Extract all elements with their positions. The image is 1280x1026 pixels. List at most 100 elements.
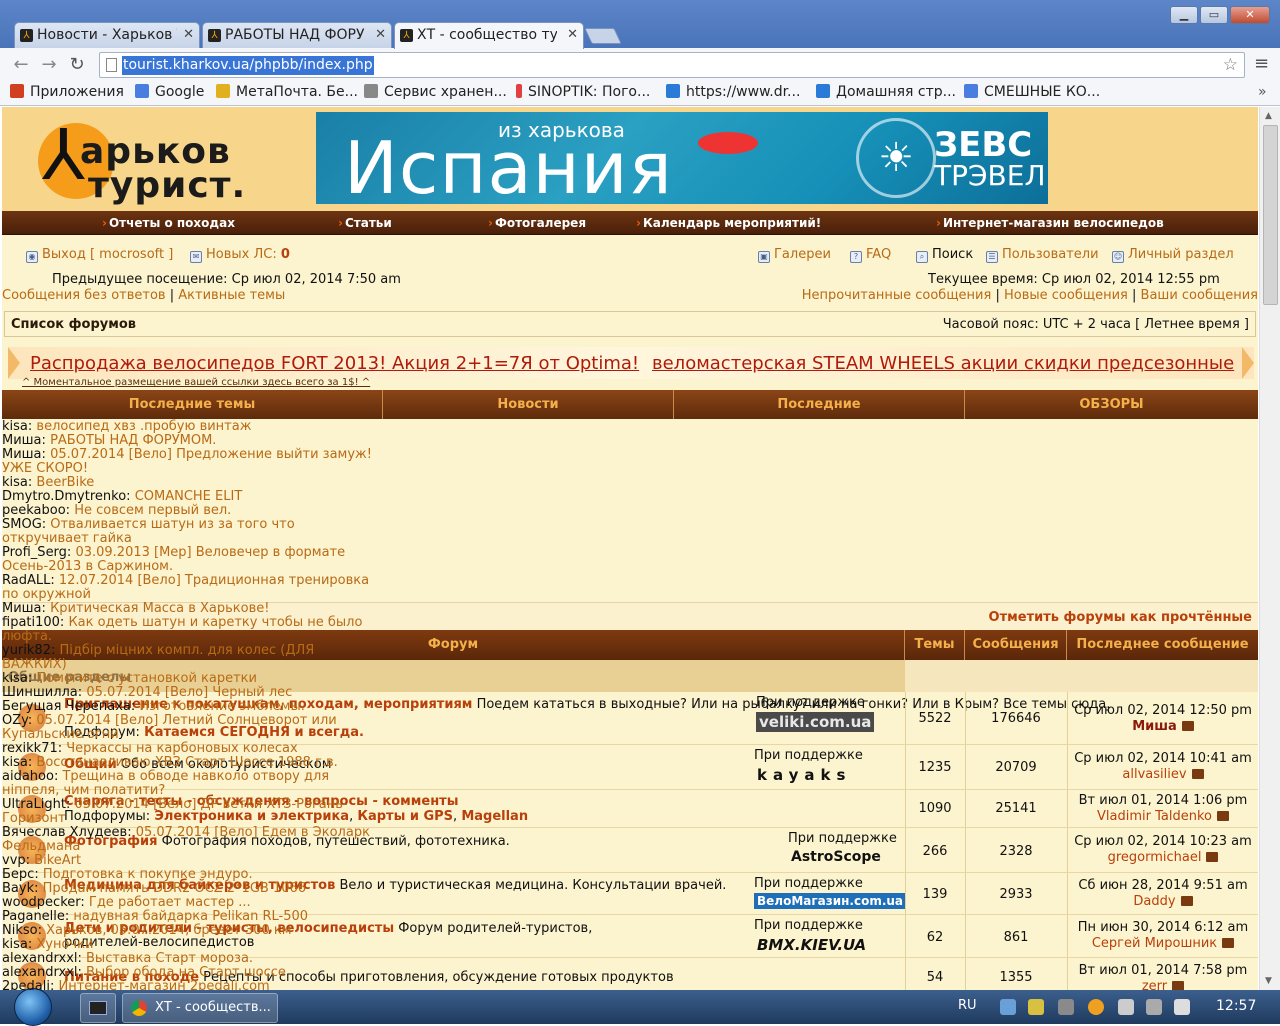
topic-link[interactable]: COMANCHE ELIT	[135, 489, 243, 504]
tab-active[interactable]: ⅄ ХТ - сообщество тур ✕	[394, 22, 584, 49]
bookmark-star-icon[interactable]: ☆	[1223, 55, 1238, 75]
tray-flag-icon[interactable]	[1118, 999, 1134, 1015]
url-text[interactable]: tourist.kharkov.ua/phpbb/index.php	[122, 56, 374, 75]
bookmark-metapochta[interactable]: МетаПочта. Бе...	[216, 84, 358, 100]
nav-photogallery[interactable]: › Фотогалерея	[488, 216, 586, 230]
reload-icon[interactable]: ↻	[66, 54, 88, 75]
bookmark-apps[interactable]: Приложения	[10, 84, 124, 100]
mark-forums-read-link[interactable]: Отметить форумы как прочтённые	[989, 610, 1252, 625]
topic-link[interactable]: 05.07.2014 [Вело] Черный лес	[86, 685, 292, 700]
nav-events-calendar[interactable]: › Календарь мероприятий!	[636, 216, 821, 230]
bookmark-sinoptik[interactable]: SINOPTIK: Пого...	[516, 84, 650, 100]
topic-link[interactable]: Не совсем первый вел.	[74, 503, 231, 518]
topic-link[interactable]: Подготовка к покупке эндуро.	[43, 867, 253, 882]
tab-forum-work[interactable]: ⅄ РАБОТЫ НАД ФОРУМ ✕	[202, 22, 392, 48]
ad-placement-link[interactable]: ^ Моментальное размещение вашей ссылки з…	[22, 377, 370, 388]
tray-update-icon[interactable]	[1028, 999, 1044, 1015]
sponsor[interactable]: При поддержке ВелоМагазин.com.ua	[754, 876, 907, 909]
bookmark-google[interactable]: Google	[135, 84, 204, 100]
topic-link[interactable]: 05.07.2014 [Вело] Летний Солнцеворот или…	[2, 713, 337, 742]
goto-post-icon[interactable]	[1191, 769, 1204, 779]
galleries-link[interactable]: ▣ Галереи	[758, 247, 831, 263]
topic-link[interactable]: Интернет-магазин 2pedali.com	[58, 979, 269, 991]
goto-post-icon[interactable]	[1206, 852, 1219, 862]
goto-post-icon[interactable]	[1181, 721, 1194, 731]
unread-link[interactable]: Непрочитанные сообщения	[802, 288, 992, 303]
last-post-author[interactable]: allvasiliev	[1122, 767, 1186, 782]
goto-post-icon[interactable]	[1222, 938, 1235, 948]
nav-articles[interactable]: › Статьи	[338, 216, 392, 230]
ad-banner[interactable]: из харькова Испания ☀ ЗЕВС ТРЭВЕЛ	[316, 112, 1048, 204]
topic-link[interactable]: Критическая Масса в Харькове!	[50, 601, 269, 616]
taskbar-pinned-app[interactable]	[80, 993, 116, 1023]
topic-link[interactable]: РАБОТЫ НАД ФОРУМОМ.	[50, 433, 216, 448]
forward-arrow-icon[interactable]: →	[38, 54, 60, 75]
bookmark-home[interactable]: Домашняя стр...	[816, 84, 956, 100]
ad-link-steam-wheels[interactable]: веломастерская STEAM WHEELS акции скидки…	[652, 353, 1234, 374]
goto-post-icon[interactable]	[1216, 811, 1229, 821]
sponsor[interactable]: При поддержке veliki.com.ua	[756, 695, 875, 732]
last-post-author[interactable]: Сергей Мирошник	[1092, 936, 1217, 951]
members-link[interactable]: ☰ Пользователи	[986, 247, 1099, 263]
new-tab-button[interactable]	[584, 28, 622, 44]
vertical-scrollbar[interactable]: ▲ ▼	[1259, 107, 1280, 990]
last-post-author[interactable]: zerr	[1142, 979, 1167, 990]
sponsor[interactable]: При поддержке kayaks	[754, 748, 863, 785]
close-window-icon[interactable]: ✕	[1230, 6, 1270, 24]
tray-device-icon[interactable]	[1058, 999, 1074, 1015]
new-posts-link[interactable]: Новые сообщения	[1004, 288, 1128, 303]
last-post-author[interactable]: Vladimir Taldenko	[1097, 809, 1212, 824]
logout-link[interactable]: ◉ Выход [ mocrosoft ]	[26, 247, 173, 263]
tab-reviews[interactable]: ОБЗОРЫ	[965, 390, 1258, 419]
language-indicator[interactable]: RU	[958, 998, 977, 1013]
close-tab-icon[interactable]: ✕	[183, 27, 194, 42]
topic-link[interactable]: Хуночки	[36, 937, 93, 952]
active-topics-link[interactable]: Активные темы	[178, 288, 285, 303]
tray-avast-icon[interactable]	[1088, 999, 1104, 1015]
topic-link[interactable]: велосипед хвз .пробую винтаж	[36, 419, 251, 434]
ad-link-fort[interactable]: Распродажа велосипедов FORT 2013! Акция …	[30, 353, 639, 374]
scroll-up-icon[interactable]: ▲	[1265, 111, 1272, 121]
tab-latest[interactable]: Последние	[674, 390, 965, 419]
close-tab-icon[interactable]: ✕	[567, 27, 578, 42]
private-messages-link[interactable]: ✉ Новых ЛС: 0	[190, 247, 290, 263]
topic-link[interactable]: Черкассы на карбоновых колесах	[66, 741, 297, 756]
last-post-author[interactable]: Миша	[1132, 719, 1177, 734]
bookmark-service[interactable]: Сервис хранен...	[364, 84, 507, 100]
start-button[interactable]	[14, 988, 52, 1026]
topic-link[interactable]: Выставка Старт мороза.	[86, 951, 253, 966]
topic-link[interactable]: Помогите с установкой каретки	[36, 671, 257, 686]
scroll-down-icon[interactable]: ▼	[1265, 976, 1272, 986]
back-arrow-icon[interactable]: ←	[10, 54, 32, 75]
topic-link[interactable]: Восстанавливаю ХВЗ Старт Шоссе 1988 г.в.	[36, 755, 337, 770]
faq-link[interactable]: ? FAQ	[850, 247, 891, 263]
topic-link[interactable]: 12.07.2014 [Вело] Традиционная тренировк…	[2, 573, 369, 602]
topic-link[interactable]: Отваливается шатун из за того что откруч…	[2, 517, 295, 546]
profile-link[interactable]: ☺ Личный раздел	[1112, 247, 1234, 263]
more-bookmarks-icon[interactable]: »	[1258, 84, 1267, 100]
site-logo[interactable]: ⅄ арьков турист.	[28, 113, 245, 206]
minimize-icon[interactable]: ▁	[1170, 6, 1198, 24]
tray-dropbox-icon[interactable]	[1000, 999, 1016, 1015]
topic-link[interactable]: Изготовление эмблемы.	[139, 699, 304, 714]
last-post-author[interactable]: Daddy	[1133, 894, 1175, 909]
last-post-author[interactable]: gregormichael	[1108, 850, 1202, 865]
topic-link[interactable]: Выбор обода на Старт шоссе	[86, 965, 286, 980]
tab-news[interactable]: Новости	[383, 390, 674, 419]
tab-news[interactable]: ⅄ Новости - Харьков Т ✕	[14, 22, 200, 48]
nav-trip-reports[interactable]: › Отчеты о походах	[102, 216, 235, 230]
bookmark-dropbox[interactable]: https://www.dr...	[666, 84, 800, 100]
bookmark-funny[interactable]: СМЕШНЫЕ КО...	[964, 84, 1100, 100]
topic-link[interactable]: Продам память DDR2 OCZ 2*1GB 1066	[43, 881, 306, 896]
topic-link[interactable]: 05.07.2014 [Вело] Предложение выйти заму…	[2, 447, 372, 476]
forum-index-link[interactable]: Список форумов	[11, 317, 136, 332]
topic-link[interactable]: Где работает мастер ...	[89, 895, 251, 910]
sponsor[interactable]: При поддержке BMX.KIEV.UA	[754, 918, 869, 955]
close-tab-icon[interactable]: ✕	[375, 27, 386, 42]
topic-link[interactable]: надувная байдарка Pelikan RL-500	[73, 909, 308, 924]
topic-link[interactable]: BeerBike	[36, 475, 94, 490]
maximize-icon[interactable]: ▭	[1200, 6, 1228, 24]
topic-link[interactable]: Харьков, 05.07.2014, бревет 300 км	[46, 923, 291, 938]
your-posts-link[interactable]: Ваши сообщения	[1141, 288, 1258, 303]
topic-link[interactable]: BikeArt	[34, 853, 81, 868]
